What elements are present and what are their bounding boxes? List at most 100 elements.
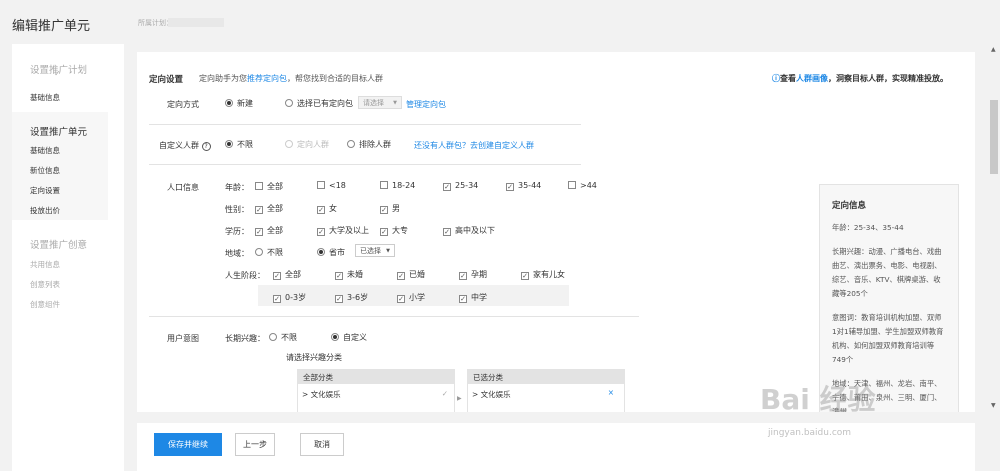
selected-categories-list[interactable]: > 文化娱乐 × <box>467 384 625 412</box>
previous-step-button[interactable]: 上一步 <box>235 433 275 456</box>
package-select-value: 请选择 <box>363 99 384 107</box>
custom-audience-label: 自定义人群 ? <box>159 140 211 151</box>
edu-highschool-checkbox[interactable]: ✓ 高中及以下 <box>443 225 495 236</box>
info-icon: ⓘ <box>772 74 780 83</box>
child-primary-checkbox[interactable]: ✓ 小学 <box>397 292 425 303</box>
region-label: 地域： <box>225 249 249 258</box>
sidebar-item-shared[interactable]: 共用信息 <box>30 259 60 270</box>
main-form: 定向设置 定向助手为您推荐定向包，帮您找到合适的目标人群 ⓘ查看人群画像，洞察目… <box>137 52 975 412</box>
gender-male-checkbox[interactable]: ✓ 男 <box>380 203 400 214</box>
radio-custom-exclude[interactable]: 排除人群 <box>347 139 391 150</box>
watermark-url: jingyan.baidu.com <box>768 428 852 438</box>
life-single-checkbox[interactable]: ✓ 未婚 <box>335 269 363 280</box>
audience-insight: ⓘ查看人群画像，洞察目标人群，实现精准投放。 <box>772 73 948 84</box>
region-select[interactable]: 已选择 ▼ <box>355 244 395 257</box>
child-3-6-checkbox[interactable]: ✓ 3-6岁 <box>335 292 368 303</box>
summary-intent: 意图词：教育培训机构加盟、双师1对1辅导加盟、学生加盟双师教育机构、如何加盟双师… <box>832 313 944 364</box>
age-under18-checkbox[interactable]: <18 <box>317 181 346 190</box>
plan-name-redacted <box>168 18 224 27</box>
manage-package-link[interactable]: 管理定向包 <box>406 99 446 110</box>
audience-portrait-link[interactable]: 人群画像 <box>796 74 828 83</box>
radio-interest-unlimited[interactable]: 不限 <box>269 332 297 343</box>
age-25-34-checkbox[interactable]: ✓ 25-34 <box>443 181 478 191</box>
selected-categories-header: 已选分类 <box>467 369 625 384</box>
age-all-checkbox[interactable]: 全部 <box>255 181 283 192</box>
sidebar-item-slot[interactable]: 新位信息 <box>30 165 60 176</box>
hint-text-suffix: ，帮您找到合适的目标人群 <box>287 74 383 83</box>
check-icon: ✓ <box>441 389 448 398</box>
save-continue-button[interactable]: 保存并继续 <box>154 433 222 456</box>
insight-prefix: 查看 <box>780 74 796 83</box>
summary-age: 年龄：25-34、35-44 <box>832 223 904 232</box>
all-categories-list[interactable]: > 文化娱乐 ✓ <box>297 384 455 412</box>
divider <box>149 124 581 125</box>
gender-female-checkbox[interactable]: ✓ 女 <box>317 203 337 214</box>
recommend-package-link[interactable]: 推荐定向包 <box>247 74 287 83</box>
hint-text: 定向助手为您 <box>199 74 247 83</box>
gender-all-checkbox[interactable]: ✓ 全部 <box>255 203 283 214</box>
section-title: 定向设置 <box>149 75 184 85</box>
chevron-down-icon: ▼ <box>393 100 397 106</box>
method-label: 定向方式 <box>167 100 199 109</box>
life-pregnant-checkbox[interactable]: ✓ 孕期 <box>459 269 487 280</box>
category-item[interactable]: > 文化娱乐 <box>302 390 341 399</box>
age-35-44-checkbox[interactable]: ✓ 35-44 <box>506 181 541 191</box>
radio-region-province[interactable]: 省市 <box>317 247 345 258</box>
life-stage-label: 人生阶段： <box>225 271 265 280</box>
radio-custom-unlimited[interactable]: 不限 <box>225 139 253 150</box>
insight-suffix: ，洞察目标人群，实现精准投放。 <box>828 74 948 83</box>
all-categories-header: 全部分类 <box>297 369 455 384</box>
scroll-up-icon[interactable]: ▲ <box>991 46 996 53</box>
education-label: 学历： <box>225 227 249 236</box>
interest-category-prompt: 请选择兴趣分类 <box>286 353 342 362</box>
divider <box>149 316 639 317</box>
create-audience-link[interactable]: 还没有人群包？去创建自定义人群 <box>414 140 534 151</box>
divider <box>149 164 581 165</box>
close-icon[interactable]: × <box>608 388 614 397</box>
gender-label: 性别： <box>225 205 249 214</box>
radio-method-existing[interactable]: 选择已有定向包 <box>285 98 353 109</box>
radio-custom-target[interactable]: 定向人群 <box>285 139 329 150</box>
summary-title: 定向信息 <box>832 201 867 211</box>
intent-label: 用户意图 <box>167 334 199 343</box>
scroll-down-icon[interactable]: ▼ <box>991 402 996 409</box>
long-term-interest-label: 长期兴趣： <box>225 334 265 343</box>
child-middle-checkbox[interactable]: ✓ 中学 <box>459 292 487 303</box>
age-18-24-checkbox[interactable]: 18-24 <box>380 181 415 190</box>
page-title: 编辑推广单元 <box>12 19 91 34</box>
life-married-checkbox[interactable]: ✓ 已婚 <box>397 269 425 280</box>
check-icon: ✓ <box>54 69 61 78</box>
region-select-value: 已选择 <box>360 247 381 255</box>
summary-interest: 长期兴趣：动漫、广播电台、戏曲曲艺、演出票务、电影、电视剧、综艺、音乐、KTV、… <box>832 247 942 298</box>
package-select[interactable]: 请选择 ▼ <box>358 96 402 109</box>
move-right-icon[interactable]: ▶ <box>457 395 462 402</box>
radio-interest-custom[interactable]: 自定义 <box>331 332 367 343</box>
edu-junior-college-checkbox[interactable]: ✓ 大专 <box>380 225 408 236</box>
life-all-checkbox[interactable]: ✓ 全部 <box>273 269 301 280</box>
sidebar: 设置推广计划 ✓ 基础信息 设置推广单元 基础信息 新位信息 定向设置 投放出价… <box>12 44 124 471</box>
age-over44-checkbox[interactable]: >44 <box>568 181 597 190</box>
chevron-down-icon: ▼ <box>386 248 390 254</box>
edu-all-checkbox[interactable]: ✓ 全部 <box>255 225 283 236</box>
selected-category-item[interactable]: > 文化娱乐 <box>472 390 511 399</box>
sidebar-item-creative-list[interactable]: 创意列表 <box>30 279 60 290</box>
age-label: 年龄： <box>225 183 249 192</box>
scrollbar-thumb[interactable] <box>990 100 998 174</box>
life-children-checkbox[interactable]: ✓ 家有儿女 <box>521 269 565 280</box>
sidebar-item-plan-basic[interactable]: 基础信息 <box>30 92 60 103</box>
section-hint: 定向助手为您推荐定向包，帮您找到合适的目标人群 <box>199 73 383 84</box>
sidebar-item-unit-basic[interactable]: 基础信息 <box>30 145 60 156</box>
watermark-logo: Bai 经验 <box>760 383 876 416</box>
sidebar-item-targeting[interactable]: 定向设置 <box>30 185 60 196</box>
child-0-3-checkbox[interactable]: ✓ 0-3岁 <box>273 292 306 303</box>
sidebar-step-unit[interactable]: 设置推广单元 <box>30 124 87 138</box>
cancel-button[interactable]: 取消 <box>300 433 344 456</box>
edu-college-checkbox[interactable]: ✓ 大学及以上 <box>317 225 369 236</box>
radio-region-unlimited[interactable]: 不限 <box>255 247 283 258</box>
radio-method-new[interactable]: 新建 <box>225 98 253 109</box>
sidebar-item-component[interactable]: 创意组件 <box>30 299 60 310</box>
help-icon[interactable]: ? <box>201 142 211 151</box>
sidebar-step-creative[interactable]: 设置推广创意 <box>30 237 87 251</box>
sidebar-item-bid[interactable]: 投放出价 <box>30 205 60 216</box>
demographics-label: 人口信息 <box>167 183 199 192</box>
